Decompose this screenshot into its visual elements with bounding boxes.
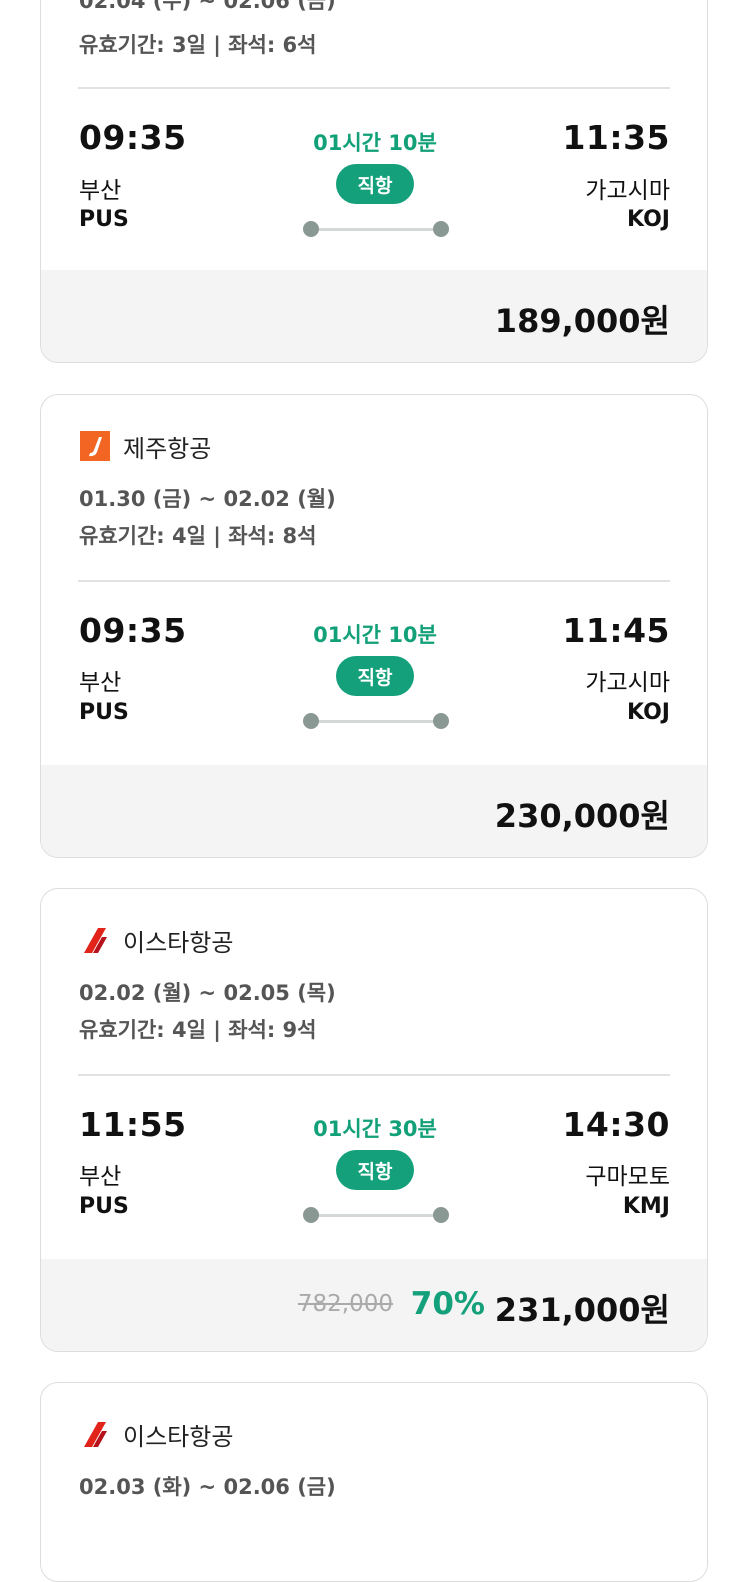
arrival-time: 11:35 (562, 118, 670, 157)
route-line (303, 221, 449, 237)
departure-code: PUS (79, 207, 129, 232)
origin-dot-icon (303, 1207, 319, 1223)
airline-name: 이스타항공 (123, 1422, 234, 1451)
direct-flight-badge: 직항 (336, 164, 414, 204)
original-price: 782,000 (297, 1291, 393, 1317)
arrival-code: KOJ (627, 207, 670, 232)
departure-city: 부산 (79, 1164, 122, 1190)
flight-card[interactable]: 02.04 (수) ~ 02.06 (금) 유효기간: 3일 | 좌석: 6석 … (40, 0, 708, 363)
price-bar: 782,000 70% 231,000원 (41, 1259, 707, 1351)
arrival-city: 가고시마 (585, 178, 670, 204)
price: 189,000원 (494, 302, 670, 340)
destination-dot-icon (433, 713, 449, 729)
arrival-code: KMJ (622, 1194, 670, 1219)
arrival-time: 14:30 (562, 1105, 670, 1144)
airline: 이스타항공 (79, 1419, 234, 1451)
airline-name: 제주항공 (123, 434, 212, 463)
discount-rate: 70% (410, 1286, 485, 1322)
airline-name: 이스타항공 (123, 928, 234, 957)
validity-seats: 유효기간: 4일 | 좌석: 9석 (79, 1018, 317, 1042)
origin-dot-icon (303, 713, 319, 729)
divider (78, 87, 670, 89)
divider (78, 1074, 670, 1076)
price: 230,000원 (494, 797, 670, 835)
price-bar: 189,000원 (41, 270, 707, 362)
destination-dot-icon (433, 1207, 449, 1223)
travel-dates: 01.30 (금) ~ 02.02 (월) (79, 487, 336, 511)
validity-seats: 유효기간: 4일 | 좌석: 8석 (79, 524, 317, 548)
origin-dot-icon (303, 221, 319, 237)
arrival-city: 구마모토 (585, 1164, 670, 1190)
departure-code: PUS (79, 700, 129, 725)
arrival-city: 가고시마 (585, 670, 670, 696)
airline: 제주항공 (79, 431, 212, 463)
travel-dates: 02.04 (수) ~ 02.06 (금) (79, 0, 336, 13)
jeju-air-logo-icon (79, 431, 111, 461)
travel-dates: 02.02 (월) ~ 02.05 (목) (79, 981, 336, 1005)
price: 231,000원 (494, 1291, 670, 1329)
eastar-jet-logo-icon (79, 1419, 111, 1449)
direct-flight-badge: 직항 (336, 1150, 414, 1190)
departure-city: 부산 (79, 178, 122, 204)
flight-card[interactable]: 이스타항공 02.03 (화) ~ 02.06 (금) (40, 1382, 708, 1582)
flight-card[interactable]: 제주항공 01.30 (금) ~ 02.02 (월) 유효기간: 4일 | 좌석… (40, 394, 708, 858)
departure-city: 부산 (79, 670, 122, 696)
departure-code: PUS (79, 1194, 129, 1219)
arrival-code: KOJ (627, 700, 670, 725)
direct-flight-badge: 직항 (336, 656, 414, 696)
route-line (303, 1207, 449, 1223)
airline: 이스타항공 (79, 925, 234, 957)
route-line (303, 713, 449, 729)
validity-seats: 유효기간: 3일 | 좌석: 6석 (79, 33, 317, 57)
arrival-time: 11:45 (562, 611, 670, 650)
eastar-jet-logo-icon (79, 925, 111, 955)
flight-card[interactable]: 이스타항공 02.02 (월) ~ 02.05 (목) 유효기간: 4일 | 좌… (40, 888, 708, 1352)
travel-dates: 02.03 (화) ~ 02.06 (금) (79, 1475, 336, 1499)
divider (78, 580, 670, 582)
price-bar: 230,000원 (41, 765, 707, 857)
destination-dot-icon (433, 221, 449, 237)
